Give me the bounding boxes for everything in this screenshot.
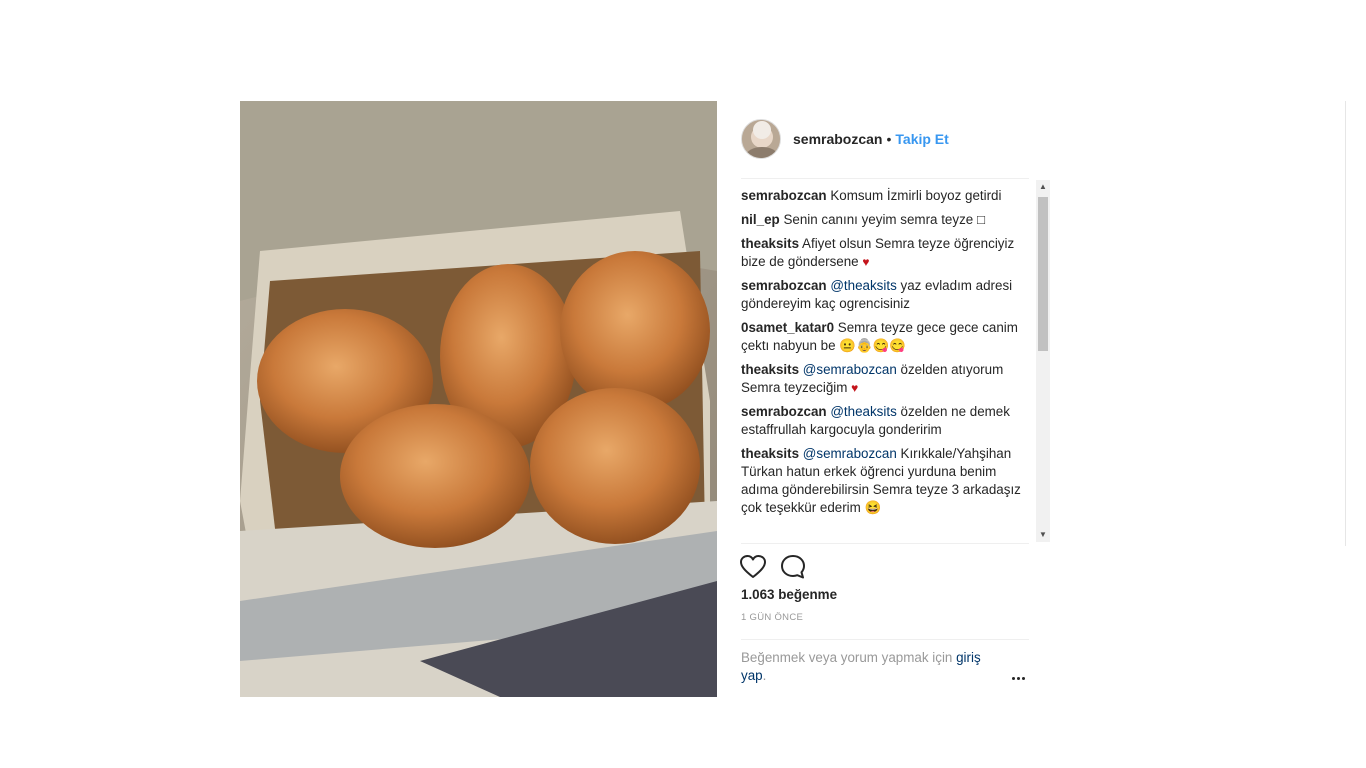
comment-mention-link[interactable]: @semrabozcan [803, 362, 897, 377]
emoji-icon: 😐👵😋😋 [839, 338, 906, 353]
comment-item: semrabozcan @theaksits özelden ne demek … [741, 403, 1031, 439]
post-header: semrabozcan • Takip Et [741, 119, 1029, 159]
comment-username[interactable]: theaksits [741, 236, 799, 251]
comment-item: 0samet_katar0 Semra teyze gece gece cani… [741, 319, 1031, 355]
comment-username[interactable]: nil_ep [741, 212, 780, 227]
post-timestamp[interactable]: 1 GÜN ÖNCE [741, 612, 803, 623]
comment-mention-link[interactable]: @semrabozcan [803, 446, 897, 461]
post-actions [739, 553, 819, 581]
comment-username[interactable]: 0samet_katar0 [741, 320, 834, 335]
red-heart-icon: ♥ [851, 381, 859, 395]
comment-text: Komsum İzmirli boyoz getirdi [830, 188, 1002, 203]
header-username[interactable]: semrabozcan [793, 131, 882, 147]
comment-mention-link[interactable]: @theaksits [830, 278, 896, 293]
post-photo [240, 101, 717, 697]
comments-scrollbar[interactable]: ▲ ▼ [1036, 180, 1050, 542]
separator-dot: • [886, 131, 892, 147]
comment-list: semrabozcan Komsum İzmirli boyoz getirdi… [741, 187, 1031, 543]
divider [741, 639, 1029, 640]
comment-username[interactable]: semrabozcan [741, 278, 827, 293]
divider [741, 543, 1029, 544]
comment-bubble-icon[interactable] [779, 553, 807, 581]
comment-item: theaksits @semrabozcan Kırıkkale/Yahşiha… [741, 445, 1031, 517]
heart-icon[interactable] [739, 553, 767, 581]
avatar-image [742, 120, 780, 158]
scroll-up-arrow-icon[interactable]: ▲ [1036, 180, 1050, 194]
more-options-icon[interactable] [1012, 667, 1028, 680]
comment-username[interactable]: semrabozcan [741, 188, 827, 203]
comment-item: nil_ep Senin canını yeyim semra teyze □ [741, 211, 1031, 229]
follow-button[interactable]: Takip Et [895, 131, 948, 147]
comment-item: theaksits Afiyet olsun Semra teyze öğren… [741, 235, 1031, 271]
missing-glyph-icon: □ [976, 212, 986, 227]
like-count[interactable]: 1.063 beğenme [741, 587, 837, 602]
comment-item: semrabozcan Komsum İzmirli boyoz getirdi [741, 187, 1031, 205]
comment-username[interactable]: theaksits [741, 446, 799, 461]
window-edge [1345, 101, 1346, 546]
comment-username[interactable]: semrabozcan [741, 404, 827, 419]
post-details-panel: semrabozcan • Takip Et semrabozcan Komsu… [717, 101, 1051, 697]
emoji-icon: 😆 [864, 500, 882, 515]
avatar[interactable] [741, 119, 781, 159]
comment-item: theaksits @semrabozcan özelden atıyorum … [741, 361, 1031, 397]
red-heart-icon: ♥ [862, 255, 870, 269]
scroll-down-arrow-icon[interactable]: ▼ [1036, 528, 1050, 542]
comment-item: semrabozcan @theaksits yaz evladım adres… [741, 277, 1031, 313]
divider [741, 178, 1029, 179]
comment-text: Senin canını yeyim semra teyze [783, 212, 974, 227]
login-prompt: Beğenmek veya yorum yapmak için giriş ya… [741, 649, 1003, 685]
boyoz-pastries-image [240, 101, 717, 697]
comment-mention-link[interactable]: @theaksits [830, 404, 896, 419]
scrollbar-thumb[interactable] [1038, 197, 1048, 351]
login-prompt-text: Beğenmek veya yorum yapmak için [741, 650, 953, 665]
login-prompt-period: . [762, 668, 767, 683]
comment-username[interactable]: theaksits [741, 362, 799, 377]
